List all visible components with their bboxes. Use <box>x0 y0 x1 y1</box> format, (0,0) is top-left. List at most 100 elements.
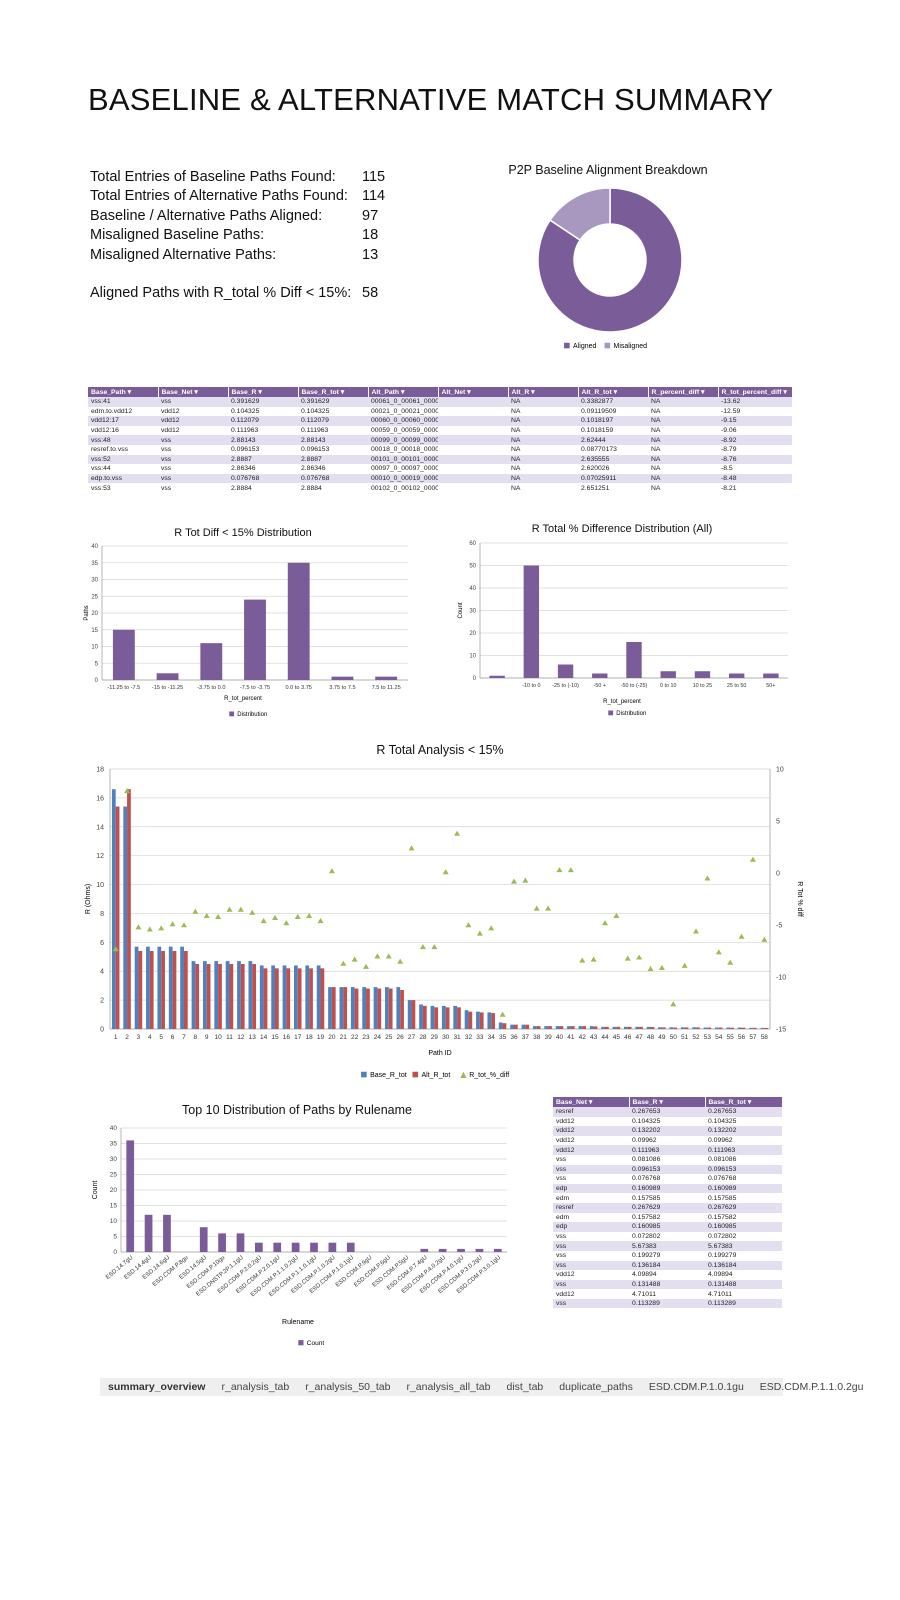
table-cell[interactable]: edm <box>553 1193 629 1203</box>
table-cell[interactable]: 0.111963 <box>298 425 368 436</box>
table-row[interactable]: vss 5.67383 5.67383 <box>553 1241 782 1251</box>
table-cell[interactable]: NA <box>508 454 578 465</box>
table-cell[interactable]: 0.104325 <box>629 1116 705 1127</box>
table-cell[interactable]: 2.8884 <box>298 483 368 493</box>
table-cell[interactable]: 0.081086 <box>629 1154 705 1165</box>
table-cell[interactable] <box>438 454 508 465</box>
table-cell[interactable]: vss <box>158 454 228 465</box>
table-cell[interactable]: vss <box>158 435 228 445</box>
table-cell[interactable] <box>438 464 508 474</box>
table-cell[interactable]: 0.131488 <box>705 1279 782 1290</box>
table-cell[interactable]: 0.136184 <box>705 1260 782 1271</box>
table-cell[interactable]: vss:44 <box>88 464 158 474</box>
table-cell[interactable]: -8.79 <box>718 444 792 455</box>
table-cell[interactable]: 0.157585 <box>705 1193 782 1203</box>
table-cell[interactable]: 0.104325 <box>298 406 368 417</box>
table-cell[interactable]: vss <box>158 473 228 484</box>
table-row[interactable]: vss:44 vss 2.86346 2.86346 00097_0_00097_000… <box>88 464 792 474</box>
column-header[interactable]: Base_R_tot ▾ <box>298 387 369 397</box>
table-cell[interactable]: 0.157582 <box>629 1212 705 1223</box>
table-cell[interactable]: 0.09962 <box>705 1135 782 1146</box>
table-cell[interactable] <box>438 435 508 445</box>
table-cell[interactable]: NA <box>648 397 718 407</box>
table-cell[interactable]: resref.to.vss <box>88 444 158 455</box>
table-row[interactable]: edm 0.157582 0.157582 <box>553 1212 782 1223</box>
table-row[interactable]: vss 0.131488 0.131488 <box>553 1279 782 1290</box>
table-row[interactable]: edm.to.vdd12 vdd12 0.104325 0.104325 00021_0… <box>88 406 792 417</box>
table-cell[interactable]: 0.076768 <box>629 1174 705 1184</box>
table-cell[interactable]: vdd12:16 <box>88 425 158 436</box>
table-cell[interactable]: 2.62444 <box>578 435 648 445</box>
tab-r-analysis-all-tab[interactable]: r_analysis_all_tab <box>398 1381 498 1393</box>
table-cell[interactable]: -8.76 <box>718 454 792 465</box>
table-row[interactable]: vss 0.072802 0.072802 <box>553 1231 782 1242</box>
table-cell[interactable]: 0.160989 <box>705 1183 782 1194</box>
table-cell[interactable]: 0.104325 <box>705 1116 782 1127</box>
table-cell[interactable]: edp <box>553 1183 629 1194</box>
table-cell[interactable]: -9.06 <box>718 425 792 436</box>
table-row[interactable]: resref 0.267629 0.267629 <box>553 1202 782 1213</box>
tab-dist-tab[interactable]: dist_tab <box>499 1381 552 1393</box>
table-row[interactable]: vss 0.113289 0.113289 <box>553 1298 782 1309</box>
tab-r-analysis-tab[interactable]: r_analysis_tab <box>213 1381 297 1393</box>
table-row[interactable]: vdd12:17 vdd12 0.112079 0.112079 00060_0_000… <box>88 416 792 426</box>
table-cell[interactable]: 00018_0_00018_00000 vss <box>368 444 438 455</box>
table-cell[interactable]: 4.09894 <box>705 1270 782 1280</box>
column-header[interactable]: R_tot_percent_diff ▾ <box>718 387 793 397</box>
table-cell[interactable]: 2.8887 <box>298 454 368 465</box>
column-header[interactable]: Alt_R ▾ <box>508 387 579 397</box>
table-row[interactable]: vss 0.076768 0.076768 <box>553 1174 782 1184</box>
table-cell[interactable]: NA <box>648 406 718 417</box>
table-cell[interactable]: NA <box>648 435 718 445</box>
table-row[interactable]: vss:41 vss 0.391629 0.391629 00061_0_00061_0… <box>88 397 792 407</box>
table-row[interactable]: vss 0.136184 0.136184 <box>553 1260 782 1271</box>
table-cell[interactable]: 2.88143 <box>298 435 368 445</box>
table-cell[interactable]: -8.48 <box>718 473 792 484</box>
table-cell[interactable]: 00101_0_00101_00000 vss <box>368 454 438 465</box>
table-cell[interactable]: 0.111963 <box>228 425 298 436</box>
table-cell[interactable]: NA <box>508 473 578 484</box>
table-cell[interactable]: 0.132202 <box>705 1126 782 1136</box>
table-cell[interactable]: 0.131488 <box>629 1279 705 1290</box>
table-cell[interactable]: 0.096153 <box>629 1164 705 1175</box>
table-row[interactable]: edp 0.160985 0.160985 <box>553 1222 782 1232</box>
tab-r-analysis-50-tab[interactable]: r_analysis_50_tab <box>297 1381 398 1393</box>
table-cell[interactable]: 0.081086 <box>705 1154 782 1165</box>
table-row[interactable]: vdd12 0.111963 0.111963 <box>553 1145 782 1155</box>
table-row[interactable]: vdd12 0.104325 0.104325 <box>553 1116 782 1127</box>
table-cell[interactable]: vdd12 <box>553 1135 629 1146</box>
table-cell[interactable]: 00061_0_00061_00000 vss <box>368 397 438 407</box>
table-cell[interactable]: 00010_0_00019_00000 vss <box>368 473 438 484</box>
table-cell[interactable]: edm.to.vdd12 <box>88 406 158 417</box>
table-cell[interactable]: NA <box>508 444 578 455</box>
table-cell[interactable]: 0.199279 <box>629 1250 705 1261</box>
column-header[interactable]: Base_Net ▾ <box>158 387 229 397</box>
table-row[interactable]: resref 0.267653 0.267653 <box>553 1107 782 1117</box>
table-cell[interactable]: NA <box>508 397 578 407</box>
table-cell[interactable]: vss:52 <box>88 454 158 465</box>
table-cell[interactable]: -8.5 <box>718 464 792 474</box>
tab-summary-overview[interactable]: summary_overview <box>100 1381 213 1393</box>
table-row[interactable]: vdd12 0.132202 0.132202 <box>553 1126 782 1136</box>
table-cell[interactable]: -12.59 <box>718 406 792 417</box>
table-cell[interactable]: 0.08770173 <box>578 444 648 455</box>
table-cell[interactable]: 0.072802 <box>629 1231 705 1242</box>
table-cell[interactable]: 5.67383 <box>705 1241 782 1251</box>
table-cell[interactable]: 0.199279 <box>705 1250 782 1261</box>
table-cell[interactable]: 0.09962 <box>629 1135 705 1146</box>
table-cell[interactable]: NA <box>648 416 718 426</box>
table-cell[interactable]: vdd12 <box>553 1145 629 1155</box>
table-cell[interactable]: vss <box>158 397 228 407</box>
table-cell[interactable]: vss <box>553 1298 629 1309</box>
table-cell[interactable]: 0.160985 <box>705 1222 782 1232</box>
table-cell[interactable]: 4.71011 <box>705 1289 782 1299</box>
column-header[interactable]: Base_Net ▾ <box>553 1097 630 1107</box>
column-header[interactable]: Alt_R_tot ▾ <box>578 387 649 397</box>
column-header[interactable]: R_percent_diff ▾ <box>648 387 719 397</box>
table-cell[interactable]: 0.3382877 <box>578 397 648 407</box>
table-cell[interactable] <box>438 444 508 455</box>
table-cell[interactable]: 0.160985 <box>629 1222 705 1232</box>
table-cell[interactable]: vdd12:17 <box>88 416 158 426</box>
table-cell[interactable]: 2.620026 <box>578 464 648 474</box>
table-cell[interactable]: 00059_0_00059_00000 vdd12 <box>368 425 438 436</box>
